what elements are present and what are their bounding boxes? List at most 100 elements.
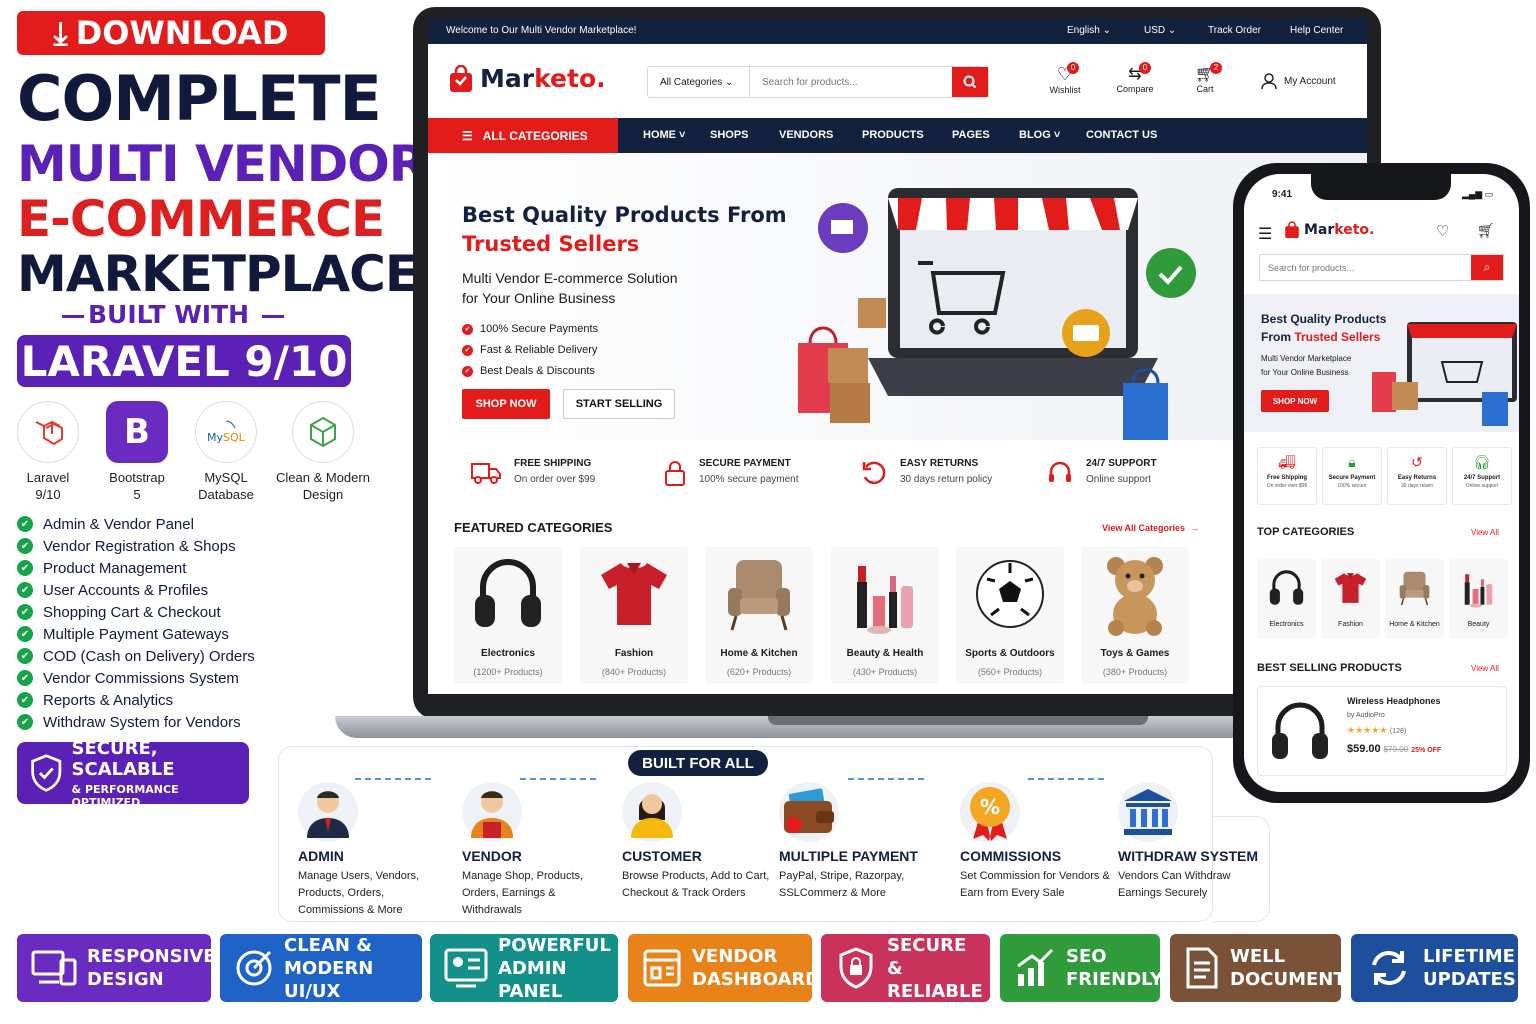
role-card: % COMMISSIONS Set Commission for Vendors &… <box>960 782 1110 902</box>
phone-logo[interactable]: Marketo. <box>1284 221 1374 239</box>
phone-view-all-link-2[interactable]: View All <box>1471 664 1499 673</box>
category-card[interactable]: Home & Kitchen (620+ Products) <box>705 546 813 684</box>
phone-cart-icon[interactable]: 🛒︎ <box>1477 222 1495 239</box>
check-icon: ✔ <box>17 538 33 554</box>
category-name: Toys & Games <box>1100 648 1170 659</box>
divider <box>262 315 284 318</box>
tech-design: Clean & Modern Design <box>276 401 370 503</box>
download-button[interactable]: ⤓ DOWNLOAD <box>17 11 325 55</box>
phone-view-all-link[interactable]: View All <box>1471 528 1499 537</box>
phone-search-button[interactable]: ⌕ <box>1471 255 1503 280</box>
feature-item: ✔ Admin & Vendor Panel <box>17 513 255 535</box>
phone-menu-icon[interactable]: ☰ <box>1258 224 1272 244</box>
shopping-bag-logo-icon <box>450 64 472 92</box>
category-image <box>956 546 1064 642</box>
phone-shop-now-button[interactable]: SHOP NOW <box>1261 390 1329 412</box>
headline-complete: COMPLETE <box>17 62 382 135</box>
search-input[interactable] <box>750 67 952 97</box>
search-icon <box>963 75 977 89</box>
feature-badge: VENDOR DASHBOARD <box>628 934 820 1002</box>
category-card[interactable]: Sports & Outdoors (560+ Products) <box>956 546 1064 684</box>
all-categories-button[interactable]: ☰ ALL CATEGORIES <box>428 118 618 153</box>
secure-shield-icon <box>835 944 877 992</box>
track-order-link[interactable]: Track Order <box>1208 25 1261 36</box>
phone-product-card[interactable]: Wireless Headphones by AudioPro ★★★★★ (1… <box>1257 686 1507 776</box>
nav-shops[interactable]: SHOPS <box>710 129 749 141</box>
help-center-link[interactable]: Help Center <box>1290 25 1343 36</box>
shop-now-button[interactable]: SHOP NOW <box>462 389 550 419</box>
role-description: Manage Shop, Products, Orders, Earnings … <box>462 870 584 916</box>
phone-search-input[interactable] <box>1260 255 1471 280</box>
logo[interactable]: Marketo. <box>448 64 606 93</box>
phone-wishlist-icon[interactable]: ♡ <box>1436 222 1449 240</box>
armchair-icon <box>1399 571 1430 606</box>
category-card[interactable]: Electronics (1200+ Products) <box>454 546 562 684</box>
laravel-version-badge: LARAVEL 9/10 <box>17 335 351 387</box>
nav-blog[interactable]: BLOG ˅ <box>1019 129 1060 141</box>
category-select[interactable]: All Categories ⌄ <box>648 67 750 97</box>
check-circle-icon: ✔ <box>462 366 473 377</box>
start-selling-button[interactable]: START SELLING <box>563 389 675 419</box>
commission-badge-icon: % <box>970 787 1010 841</box>
target-icon <box>234 944 274 992</box>
role-card: ADMIN Manage Users, Vendors, Products, Or… <box>298 782 448 919</box>
view-all-categories-link[interactable]: View All Categories → <box>1102 523 1199 533</box>
vendor-avatar-icon <box>471 791 513 838</box>
nav-products[interactable]: PRODUCTS <box>862 129 924 141</box>
category-name: Home & Kitchen <box>720 648 798 659</box>
check-circle-icon: ✔ <box>462 324 473 335</box>
account-link[interactable]: My Account <box>1260 72 1336 90</box>
hero-point: ✔ Fast & Reliable Delivery <box>462 340 598 361</box>
category-card[interactable]: Toys & Games (380+ Products) <box>1081 546 1189 684</box>
product-price: $59.00 $79.00 25% OFF <box>1347 743 1442 755</box>
feature-badge: POWERFUL ADMIN PANEL <box>430 934 618 1002</box>
responsive-devices-icon <box>31 944 77 992</box>
search-bar: All Categories ⌄ <box>647 66 989 98</box>
hero-subtitle: Multi Vendor E-commerce Solution for Your… <box>462 270 678 306</box>
tech-bootstrap: B Bootstrap 5 <box>92 401 182 503</box>
language-select[interactable]: English ⌄ <box>1067 25 1111 36</box>
phone-category-card[interactable]: Home & Kitchen <box>1385 559 1444 639</box>
category-count: (1200+ Products) <box>473 667 543 677</box>
tshirt-icon <box>1334 573 1367 603</box>
wishlist-link[interactable]: ♡ 0 Wishlist <box>1045 62 1085 95</box>
feature-badge: SEO FRIENDLY <box>1000 934 1163 1002</box>
feature-badge: WELL DOCUMENTED <box>1170 934 1373 1002</box>
phone-category-card[interactable]: Fashion <box>1321 559 1380 639</box>
cart-link[interactable]: 🛒︎ 2 Cart <box>1188 62 1222 94</box>
compare-link[interactable]: ⇆ 0 Compare <box>1113 62 1157 94</box>
compare-count: 0 <box>1139 62 1151 74</box>
welcome-text: Welcome to Our Multi Vendor Marketplace! <box>446 25 637 36</box>
lock-icon: 🔒︎ <box>1348 454 1356 470</box>
phone-category-card[interactable]: Beauty <box>1449 559 1508 639</box>
truck-icon: 🚚︎ <box>1278 454 1296 470</box>
cosmetics-icon <box>1464 574 1493 608</box>
category-card[interactable]: Beauty & Health (430+ Products) <box>831 546 939 684</box>
nav-contact[interactable]: CONTACT US <box>1086 129 1157 141</box>
search-button[interactable] <box>952 67 988 97</box>
nav-home[interactable]: HOME ˅ <box>643 129 685 141</box>
currency-select[interactable]: USD ⌄ <box>1144 25 1176 36</box>
status-time: 9:41 <box>1272 189 1293 200</box>
category-card[interactable]: Fashion (840+ Products) <box>580 546 688 684</box>
feature-item: ✔ Withdraw System for Vendors <box>17 711 255 733</box>
built-for-all-title: BUILT FOR ALL <box>628 750 768 776</box>
category-name: Electronics <box>481 648 535 659</box>
role-card: WITHDRAW SYSTEM Vendors Can Withdraw Earn… <box>1118 782 1268 902</box>
user-icon <box>1261 73 1277 90</box>
headset-icon <box>1049 461 1071 482</box>
nav-vendors[interactable]: VENDORS <box>779 129 833 141</box>
hero-point: ✔ Best Deals & Discounts <box>462 361 598 382</box>
feature-item: ✔ COD (Cash on Delivery) Orders <box>17 645 255 667</box>
check-icon: ✔ <box>17 670 33 686</box>
svg-text:My: My <box>207 431 223 444</box>
teddy-bear-icon <box>1107 557 1163 636</box>
role-card: CUSTOMER Browse Products, Add to Cart, Ch… <box>622 782 772 902</box>
feature-item: ✔ Vendor Commissions System <box>17 667 255 689</box>
nav-pages[interactable]: PAGES <box>952 129 990 141</box>
service-secure-payment: SECURE PAYMENT 100% secure payment <box>663 458 799 487</box>
connector <box>520 778 596 780</box>
main-nav: ☰ ALL CATEGORIES HOME ˅ SHOPS VENDORS PRO… <box>428 118 1367 153</box>
lock-icon <box>665 460 685 486</box>
phone-category-card[interactable]: Electronics <box>1257 559 1316 639</box>
